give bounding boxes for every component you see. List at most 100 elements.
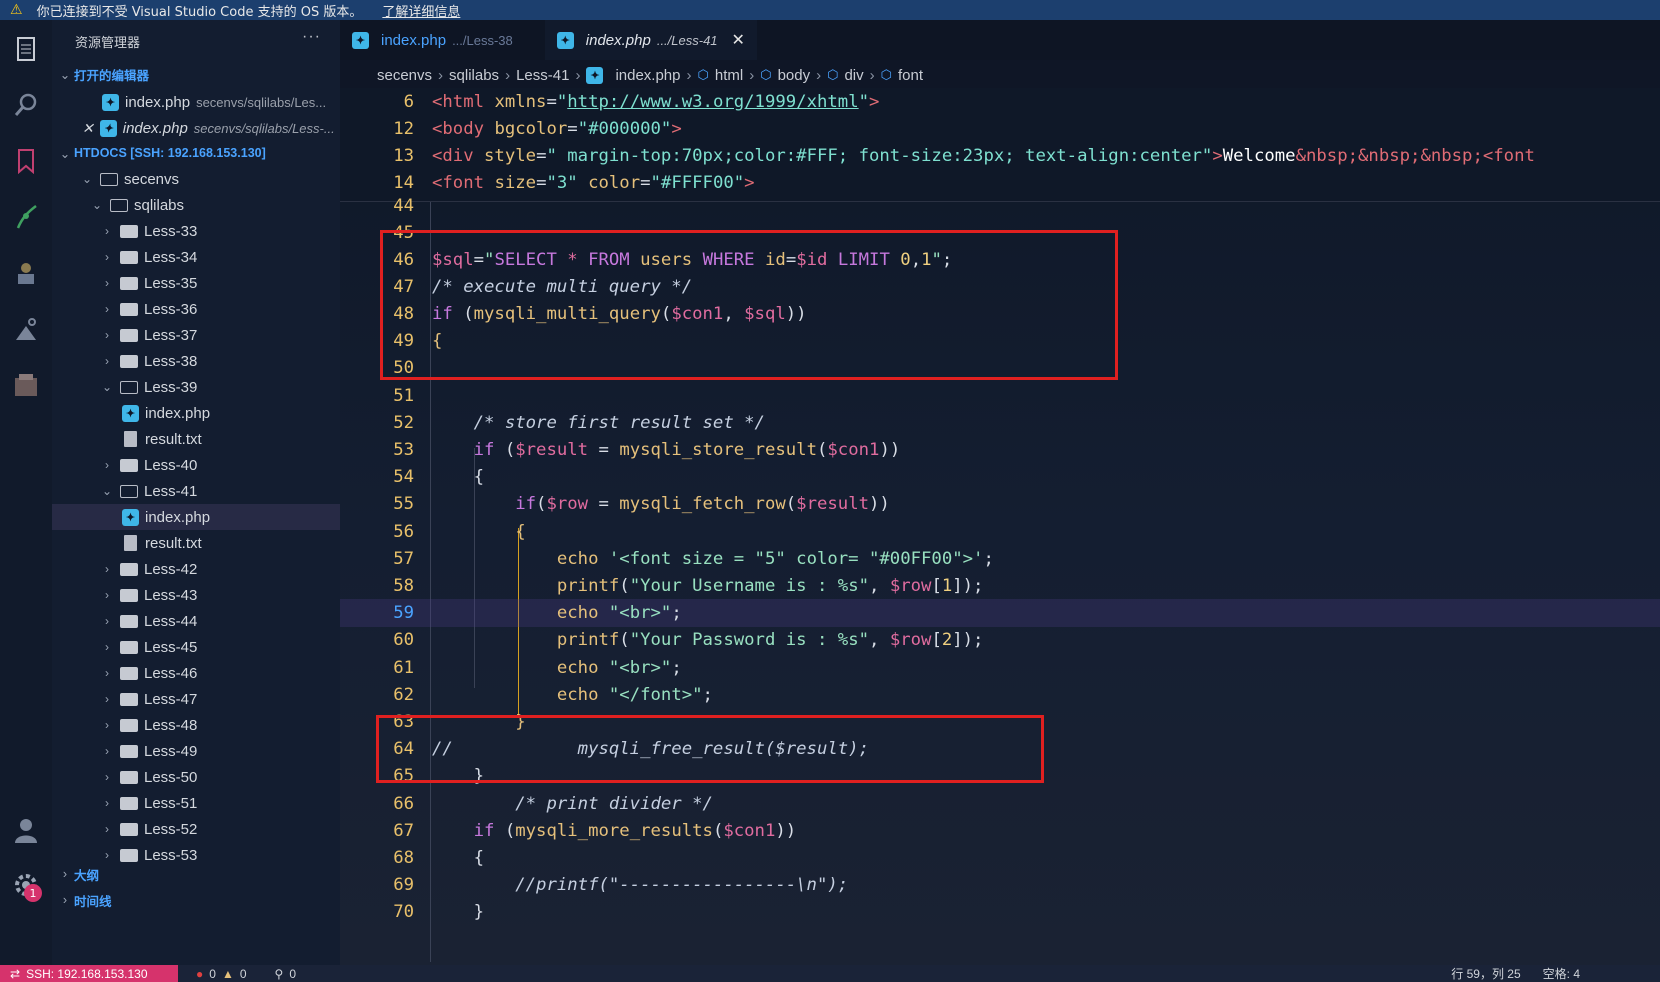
tree-folder[interactable]: › Less-44 <box>52 608 340 634</box>
tree-folder[interactable]: › Less-36 <box>52 296 340 322</box>
cursor-position[interactable]: 行 59，列 25 <box>1451 965 1520 982</box>
tree-item-label: Less-49 <box>144 742 198 760</box>
close-tab-icon[interactable]: ✕ <box>732 30 745 50</box>
folder-icon <box>120 458 138 472</box>
open-editor-item[interactable]: ✦ index.php secenvs/sqlilabs/Les... <box>52 89 340 115</box>
php-file-icon: ✦ <box>122 404 139 422</box>
code-line: 68 { <box>393 848 485 868</box>
breadcrumb-item[interactable]: sqlilabs <box>449 67 499 84</box>
highlight-box <box>380 230 1118 380</box>
tree-item-label: Less-42 <box>144 560 198 578</box>
breadcrumb-item[interactable]: secenvs <box>377 67 432 84</box>
chevron-right-icon: › <box>105 588 109 602</box>
breadcrumb-item[interactable]: body <box>778 67 811 84</box>
indentation[interactable]: 空格: 4 <box>1543 965 1580 982</box>
tree-file[interactable]: ✦ index.php <box>52 400 340 426</box>
folder-icon <box>120 822 138 836</box>
tree-item-label: Less-45 <box>144 638 198 656</box>
tree-item-label: Less-34 <box>144 248 198 266</box>
tree-file[interactable]: ✦ index.php <box>52 504 340 530</box>
explorer-title: 资源管理器 <box>75 35 141 50</box>
tree-folder[interactable]: › Less-42 <box>52 556 340 582</box>
close-icon[interactable]: ✕ <box>82 120 94 137</box>
breadcrumb-item[interactable]: font <box>898 67 923 84</box>
learn-more-link[interactable]: 了解详细信息 <box>382 1 460 20</box>
folder-icon <box>120 354 138 368</box>
tree-folder[interactable]: › Less-45 <box>52 634 340 660</box>
code-line: 66 /* print divider */ <box>393 794 713 814</box>
tree-folder[interactable]: › Less-37 <box>52 322 340 348</box>
code-line: 53 if ($result = mysqli_store_result($co… <box>393 440 901 460</box>
tree-folder[interactable]: › Less-51 <box>52 790 340 816</box>
editor-tabs: ✦ index.php .../Less-38 ✦ index.php .../… <box>340 20 1660 60</box>
code-line: 12 <body bgcolor="#000000"> <box>393 119 682 139</box>
tree-file[interactable]: result.txt <box>52 530 340 556</box>
open-editors-header[interactable]: ⌄ 打开的编辑器 <box>52 62 340 86</box>
activity-bar: 1 <box>0 20 52 965</box>
bookmark-icon[interactable] <box>11 146 41 176</box>
explorer-icon[interactable] <box>11 34 41 64</box>
code-line: 67 if (mysqli_more_results($con1)) <box>393 821 797 841</box>
tree-folder[interactable]: › Less-43 <box>52 582 340 608</box>
tree-folder[interactable]: › Less-47 <box>52 686 340 712</box>
search-icon[interactable] <box>11 90 41 120</box>
chevron-right-icon: › <box>105 276 109 290</box>
extensions-icon[interactable] <box>11 258 41 288</box>
chevron-right-icon: › <box>105 744 109 758</box>
tree-folder[interactable]: › Less-40 <box>52 452 340 478</box>
tree-folder[interactable]: ⌄ Less-39 <box>52 374 340 400</box>
more-actions-button[interactable]: ··· <box>302 28 321 46</box>
problems-indicator[interactable]: ● 0 ▲ 0 ⚲ 0 <box>196 967 296 981</box>
folder-icon <box>100 172 118 186</box>
tree-folder[interactable]: › Less-52 <box>52 816 340 842</box>
database-icon[interactable] <box>11 370 41 400</box>
timeline-header[interactable]: › 时间线 <box>52 888 340 912</box>
tree-file[interactable]: result.txt <box>52 426 340 452</box>
code-line: 70 } <box>393 902 485 922</box>
open-editor-item[interactable]: ✕ ✦ index.php secenvs/sqlilabs/Less-... <box>52 115 340 141</box>
tree-item-label: Less-48 <box>144 716 198 734</box>
tree-folder[interactable]: › Less-48 <box>52 712 340 738</box>
tree-folder[interactable]: › Less-33 <box>52 218 340 244</box>
tree-folder[interactable]: › Less-46 <box>52 660 340 686</box>
tree-item-label: secenvs <box>124 170 180 188</box>
tree-item-label: Less-43 <box>144 586 198 604</box>
explorer-sidebar: 资源管理器 ··· ⌄ 打开的编辑器 ✦ index.php secenvs/s… <box>52 20 340 965</box>
tree-folder[interactable]: › Less-34 <box>52 244 340 270</box>
tree-item-label: Less-53 <box>144 846 198 864</box>
tree-folder[interactable]: › Less-49 <box>52 738 340 764</box>
chevron-right-icon: › <box>105 770 109 784</box>
account-icon[interactable] <box>11 815 41 845</box>
tree-item-label: Less-51 <box>144 794 198 812</box>
source-control-icon[interactable] <box>11 202 41 232</box>
tree-folder[interactable]: ⌄ sqlilabs <box>52 192 340 218</box>
remote-indicator[interactable]: ⇄ SSH: 192.168.153.130 <box>0 965 178 982</box>
notification-bar: ⚠ 你已连接到不受 Visual Studio Code 支持的 OS 版本。 … <box>0 0 1660 20</box>
breadcrumb-item[interactable]: div <box>844 67 863 84</box>
chevron-right-icon: › <box>105 822 109 836</box>
breadcrumb-item[interactable]: index.php <box>615 67 680 84</box>
tree-item-label: Less-41 <box>144 482 198 500</box>
tree-item-label: Less-44 <box>144 612 198 630</box>
code-editor[interactable]: 6 <html xmlns="http://www.w3.org/1999/xht… <box>340 88 1660 965</box>
tree-item-label: Less-33 <box>144 222 198 240</box>
code-line: 13 <div style=" margin-top:70px;color:#FF… <box>393 146 1535 166</box>
warning-icon: ⚠ <box>10 2 23 18</box>
folder-icon <box>120 848 138 862</box>
chevron-right-icon: › <box>105 302 109 316</box>
tree-folder[interactable]: › Less-38 <box>52 348 340 374</box>
tree-folder[interactable]: ⌄ secenvs <box>52 166 340 192</box>
breadcrumb-item[interactable]: Less-41 <box>516 67 569 84</box>
tree-item-label: result.txt <box>145 430 202 448</box>
outline-header[interactable]: › 大纲 <box>52 862 340 886</box>
tab-index-less-41[interactable]: ✦ index.php .../Less-41 ✕ <box>544 20 757 60</box>
tab-index-less-38[interactable]: ✦ index.php .../Less-38 <box>340 20 525 60</box>
folder-icon <box>120 588 138 602</box>
tree-folder[interactable]: › Less-35 <box>52 270 340 296</box>
remote-icon[interactable] <box>11 314 41 344</box>
remote-icon: ⇄ <box>10 966 21 981</box>
tree-folder[interactable]: › Less-50 <box>52 764 340 790</box>
tree-folder[interactable]: ⌄ Less-41 <box>52 478 340 504</box>
breadcrumb-item[interactable]: html <box>715 67 743 84</box>
workspace-header[interactable]: ⌄ HTDOCS [SSH: 192.168.153.130] <box>52 141 340 165</box>
